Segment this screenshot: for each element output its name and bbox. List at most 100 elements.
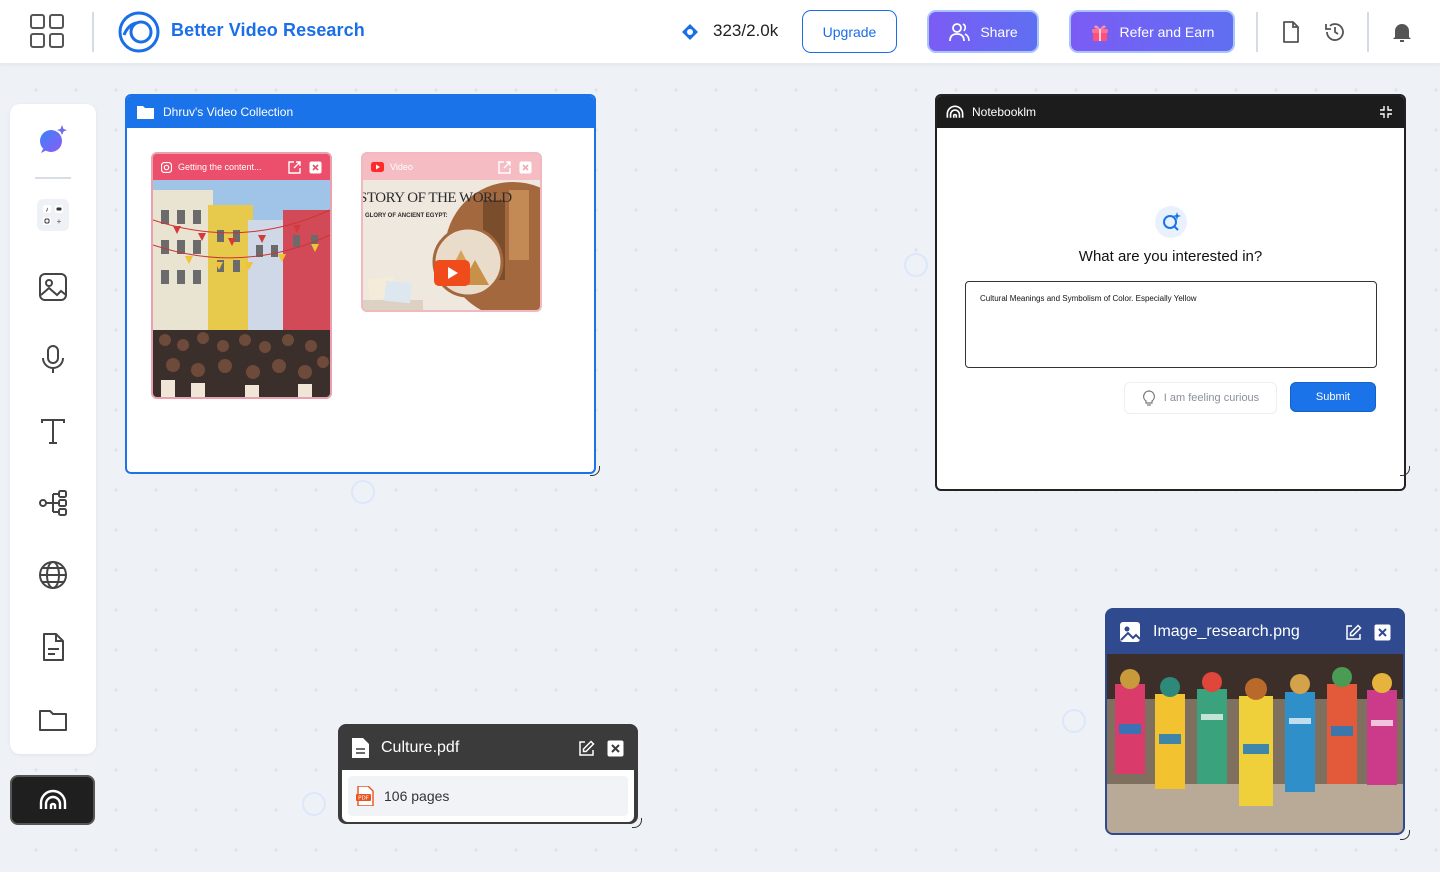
web-tool[interactable]: [35, 557, 71, 593]
file-icon: [352, 738, 369, 758]
parade-photo: [1107, 654, 1403, 833]
video-collection-title: Dhruv's Video Collection: [163, 105, 294, 119]
notebooklm-tool[interactable]: [10, 775, 95, 825]
youtube-item-header: Video: [363, 154, 540, 180]
document-tool[interactable]: [35, 629, 71, 665]
toolbar-separator: [35, 177, 71, 179]
text-tool[interactable]: [35, 413, 71, 449]
youtube-icon: [371, 162, 384, 172]
open-external-icon[interactable]: [498, 160, 511, 174]
collapse-icon[interactable]: [1380, 106, 1392, 118]
mind-map-icon: [39, 490, 67, 516]
connector-node[interactable]: [1062, 709, 1086, 733]
youtube-item-card[interactable]: Video STORY OF THE WORLD GLORY OF ANCIEN…: [361, 152, 542, 312]
top-header: Better Video Research 323/2.0k Upgrade S…: [0, 0, 1440, 64]
close-icon[interactable]: [607, 740, 624, 757]
video-collection-header[interactable]: Dhruv's Video Collection: [127, 96, 594, 128]
connector-node[interactable]: [351, 480, 375, 504]
history-icon[interactable]: [1323, 20, 1347, 44]
audio-tool[interactable]: [35, 341, 71, 377]
instagram-item-card[interactable]: Getting the content...: [151, 152, 332, 399]
remove-icon[interactable]: [309, 161, 322, 174]
text-icon: [41, 419, 65, 444]
resize-handle[interactable]: [590, 466, 600, 476]
remove-icon[interactable]: [519, 161, 532, 174]
share-label: Share: [980, 23, 1018, 40]
resize-handle[interactable]: [1400, 466, 1410, 476]
play-icon[interactable]: [434, 260, 470, 286]
credits-diamond-icon: [682, 24, 698, 40]
refer-and-earn-button[interactable]: Refer and Earn: [1069, 10, 1235, 53]
notebooklm-icon: [39, 789, 66, 809]
feeling-curious-label: I am feeling curious: [1163, 392, 1260, 404]
image-icon: [39, 273, 67, 301]
svg-text:♪: ♪: [45, 207, 49, 214]
users-icon: [949, 22, 971, 41]
folder-icon: [39, 710, 67, 731]
image-title: Image_research.png: [1153, 623, 1300, 640]
image-icon: [1120, 622, 1141, 642]
folder-icon: [137, 106, 154, 119]
header-divider: [1256, 12, 1258, 52]
submit-button[interactable]: Submit: [1290, 382, 1376, 412]
folder-tool[interactable]: [35, 701, 71, 737]
notebooklm-title: Notebooklm: [972, 105, 1037, 119]
thumbnail-subtitle: GLORY OF ANCIENT EGYPT:: [365, 213, 448, 219]
header-divider: [1367, 12, 1369, 52]
pdf-card[interactable]: Culture.pdf PDF 106 pages: [338, 724, 638, 824]
left-toolbar: ♪ +: [10, 104, 96, 754]
image-card-header[interactable]: Image_research.png: [1107, 610, 1403, 654]
search-sparkle-icon: [1155, 206, 1187, 238]
upgrade-button[interactable]: Upgrade: [802, 10, 897, 53]
pdf-title: Culture.pdf: [381, 739, 460, 756]
thumbnail-title: STORY OF THE WORLD: [363, 190, 512, 206]
instagram-item-label: Getting the content...: [178, 162, 262, 172]
apps-grid-icon[interactable]: [30, 14, 64, 48]
refer-label: Refer and Earn: [1119, 23, 1215, 40]
ai-assistant-tool[interactable]: [35, 121, 71, 157]
document-icon[interactable]: [1279, 20, 1303, 44]
image-tool[interactable]: [35, 269, 71, 305]
notebooklm-card[interactable]: Notebooklm What are you interested in? C…: [935, 94, 1406, 491]
feeling-curious-button[interactable]: I am feeling curious: [1124, 382, 1277, 414]
image-card[interactable]: Image_research.png: [1105, 608, 1405, 835]
open-external-icon[interactable]: [288, 160, 301, 174]
credits-counter: 323/2.0k: [713, 21, 779, 40]
file-text-icon: [43, 633, 64, 661]
connector-node[interactable]: [302, 792, 326, 816]
microphone-icon: [42, 345, 64, 373]
bell-icon[interactable]: [1390, 20, 1414, 44]
social-apps-icon: ♪ +: [43, 205, 63, 226]
social-apps-tool[interactable]: ♪ +: [37, 199, 69, 231]
mind-map-tool[interactable]: [35, 485, 71, 521]
ai-chat-icon: [40, 125, 67, 153]
street-festival-thumbnail: [153, 180, 330, 397]
instagram-item-header: Getting the content...: [153, 154, 330, 180]
ancient-egypt-thumbnail: STORY OF THE WORLD GLORY OF ANCIENT EGYP…: [363, 180, 540, 310]
brand-logo-icon[interactable]: [118, 11, 160, 53]
pdf-page-count-row: PDF 106 pages: [348, 776, 628, 816]
globe-icon: [39, 561, 67, 589]
pdf-file-icon: PDF: [356, 786, 374, 806]
instagram-icon: [161, 161, 172, 173]
pdf-badge: PDF: [358, 796, 369, 802]
video-collection-card[interactable]: Dhruv's Video Collection Getting the con…: [125, 94, 596, 474]
brand-name[interactable]: Better Video Research: [171, 20, 365, 41]
pdf-card-header[interactable]: Culture.pdf: [340, 726, 636, 770]
header-divider: [92, 12, 94, 52]
resize-handle[interactable]: [632, 818, 642, 828]
edit-icon[interactable]: [578, 739, 595, 757]
gift-icon: [1091, 24, 1108, 41]
share-button[interactable]: Share: [927, 10, 1039, 53]
close-icon[interactable]: [1374, 624, 1391, 641]
lightbulb-icon: [1142, 390, 1155, 406]
pdf-card-body: PDF 106 pages: [342, 770, 634, 822]
notebooklm-header[interactable]: Notebooklm: [937, 96, 1404, 128]
svg-text:+: +: [57, 217, 62, 226]
interest-input[interactable]: Cultural Meanings and Symbolism of Color…: [965, 281, 1377, 368]
pdf-page-count: 106 pages: [384, 788, 450, 804]
edit-icon[interactable]: [1345, 623, 1362, 641]
connector-node[interactable]: [904, 253, 928, 277]
youtube-item-label: Video: [390, 162, 413, 172]
resize-handle[interactable]: [1400, 830, 1410, 840]
